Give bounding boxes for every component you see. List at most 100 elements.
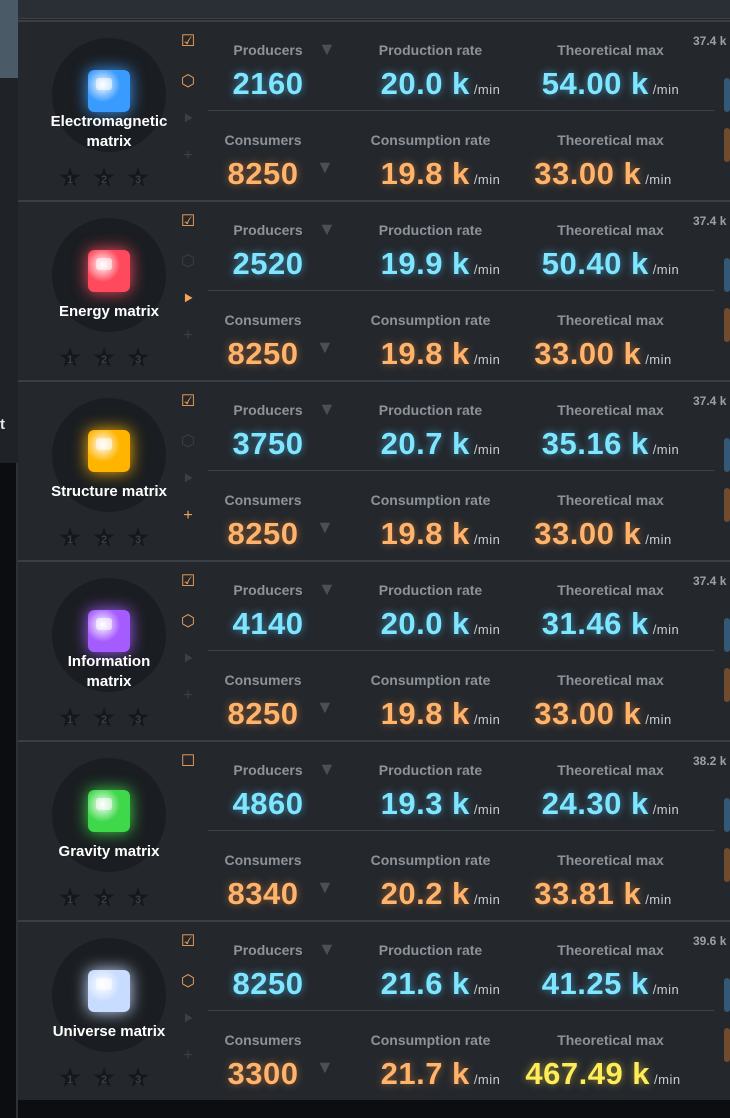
play-forward-icon[interactable]: ⯈ xyxy=(178,290,198,310)
side-stat-value: 37.4 k xyxy=(693,34,727,48)
consumers-count: 8250 xyxy=(227,156,299,191)
plus-icon[interactable]: + xyxy=(178,506,198,526)
matrix-name: Energy matrix xyxy=(58,303,160,320)
star-rank-number: 3 xyxy=(134,174,142,186)
cube-outline-icon[interactable]: ⬡ xyxy=(178,72,198,92)
unit-label: /min xyxy=(473,532,501,547)
side-stat-value: 37.4 k xyxy=(693,394,727,408)
funnel-filter-icon[interactable]: ▼ xyxy=(316,156,334,178)
matrix-statistics-panel: Electromagnetic matrix ★ 1 ★ 2 ★ 3 ☑ ⬡ ⯈ + Producer… xyxy=(18,0,730,1100)
funnel-filter-icon[interactable]: ▼ xyxy=(316,876,334,898)
matrix-cube-icon xyxy=(88,970,130,1012)
star-rank-number: 1 xyxy=(66,714,74,726)
star-rank-icon[interactable]: ★ 2 xyxy=(90,164,118,192)
checkbox-checked-icon[interactable]: ☑ xyxy=(178,392,198,412)
unit-label: /min xyxy=(652,622,680,637)
unit-label: /min xyxy=(652,802,680,817)
star-rank-icon[interactable]: ★ 2 xyxy=(90,704,118,732)
cube-outline-icon[interactable]: ⬡ xyxy=(178,612,198,632)
star-rank-icon[interactable]: ★ 2 xyxy=(90,524,118,552)
funnel-filter-icon[interactable]: ▼ xyxy=(318,578,336,600)
play-forward-icon[interactable]: ⯈ xyxy=(178,1010,198,1030)
star-rank-icon[interactable]: ★ 1 xyxy=(56,524,84,552)
star-rank-icon[interactable]: ★ 2 xyxy=(90,344,118,372)
star-rank-icon[interactable]: ★ 1 xyxy=(56,704,84,732)
consumption-rate-label: Consumption rate xyxy=(370,1032,491,1048)
play-forward-icon[interactable]: ⯈ xyxy=(178,110,198,130)
funnel-filter-icon[interactable]: ▼ xyxy=(316,336,334,358)
rank-stars: ★ 1 ★ 2 ★ 3 xyxy=(56,524,152,552)
theoretical-max-label: Theoretical max xyxy=(557,492,664,508)
producers-label: Producers xyxy=(233,582,303,598)
checkbox-checked-icon[interactable]: ☑ xyxy=(178,32,198,52)
unit-label: /min xyxy=(473,352,501,367)
star-rank-number: 1 xyxy=(66,894,74,906)
consumption-rate-value: 20.2 k/min xyxy=(380,876,501,911)
checkbox-empty-icon[interactable]: ☐ xyxy=(178,752,198,772)
star-rank-number: 1 xyxy=(66,534,74,546)
unit-label: /min xyxy=(473,892,501,907)
funnel-filter-icon[interactable]: ▼ xyxy=(316,516,334,538)
funnel-filter-icon[interactable]: ▼ xyxy=(316,1056,334,1078)
star-rank-number: 3 xyxy=(134,354,142,366)
cube-outline-icon[interactable]: ⬡ xyxy=(178,432,198,452)
play-forward-icon[interactable]: ⯈ xyxy=(178,650,198,670)
checkbox-checked-icon[interactable]: ☑ xyxy=(178,212,198,232)
star-rank-icon[interactable]: ★ 3 xyxy=(124,704,152,732)
consumption-rate-label: Consumption rate xyxy=(370,132,491,148)
side-stat-value: 39.6 k xyxy=(693,934,727,948)
cube-outline-icon[interactable]: ⬡ xyxy=(178,972,198,992)
star-rank-icon[interactable]: ★ 2 xyxy=(90,1064,118,1092)
production-rate-label: Production rate xyxy=(378,42,483,58)
production-rate-value: 19.9 k/min xyxy=(380,246,501,281)
matrix-row: Structure matrix ★ 1 ★ 2 ★ 3 ☑ ⬡ ⯈ + Producers Produ… xyxy=(18,380,730,558)
funnel-filter-icon[interactable]: ▼ xyxy=(318,758,336,780)
consumption-theoretical-max-value: 33.00 k/min xyxy=(534,696,672,731)
star-rank-icon[interactable]: ★ 2 xyxy=(90,884,118,912)
consumption-theoretical-max-value: 33.00 k/min xyxy=(534,156,672,191)
matrix-name: Structure matrix xyxy=(51,483,167,500)
checkbox-checked-icon[interactable]: ☑ xyxy=(178,932,198,952)
cube-outline-icon[interactable]: ⬡ xyxy=(178,252,198,272)
star-rank-icon[interactable]: ★ 3 xyxy=(124,1064,152,1092)
star-rank-icon[interactable]: ★ 3 xyxy=(124,524,152,552)
funnel-filter-icon[interactable]: ▼ xyxy=(316,696,334,718)
star-rank-icon[interactable]: ★ 3 xyxy=(124,884,152,912)
plus-icon[interactable]: + xyxy=(178,686,198,706)
plus-icon[interactable]: + xyxy=(178,146,198,166)
side-panel-top xyxy=(0,0,18,78)
side-stat-value: 37.4 k xyxy=(693,574,727,588)
unit-label: /min xyxy=(645,712,672,727)
star-rank-icon[interactable]: ★ 1 xyxy=(56,344,84,372)
row-divider xyxy=(208,830,714,831)
producer-indicator-bar xyxy=(724,618,730,652)
unit-label: /min xyxy=(473,442,501,457)
star-rank-icon[interactable]: ★ 1 xyxy=(56,884,84,912)
funnel-filter-icon[interactable]: ▼ xyxy=(318,938,336,960)
star-rank-number: 3 xyxy=(134,894,142,906)
funnel-filter-icon[interactable]: ▼ xyxy=(318,398,336,420)
checkbox-checked-icon[interactable]: ☑ xyxy=(178,572,198,592)
unit-label: /min xyxy=(652,82,680,97)
consumer-indicator-bar xyxy=(724,1028,730,1062)
star-rank-icon[interactable]: ★ 1 xyxy=(56,164,84,192)
consumption-theoretical-max-value: 33.81 k/min xyxy=(534,876,672,911)
funnel-filter-icon[interactable]: ▼ xyxy=(318,38,336,60)
star-rank-icon[interactable]: ★ 1 xyxy=(56,1064,84,1092)
unit-label: /min xyxy=(473,622,501,637)
star-rank-number: 3 xyxy=(134,1074,142,1086)
plus-icon[interactable]: + xyxy=(178,326,198,346)
play-forward-icon[interactable]: ⯈ xyxy=(178,470,198,490)
star-rank-icon[interactable]: ★ 3 xyxy=(124,344,152,372)
rank-stars: ★ 1 ★ 2 ★ 3 xyxy=(56,884,152,912)
theoretical-max-label: Theoretical max xyxy=(557,312,664,328)
funnel-filter-icon[interactable]: ▼ xyxy=(318,218,336,240)
producer-indicator-bar xyxy=(724,798,730,832)
consumers-count: 8250 xyxy=(227,516,299,551)
unit-label: /min xyxy=(654,1072,681,1087)
consumption-theoretical-max-value: 33.00 k/min xyxy=(534,336,672,371)
matrix-cube-icon xyxy=(88,70,130,112)
star-rank-number: 1 xyxy=(66,354,74,366)
plus-icon[interactable]: + xyxy=(178,1046,198,1066)
star-rank-icon[interactable]: ★ 3 xyxy=(124,164,152,192)
